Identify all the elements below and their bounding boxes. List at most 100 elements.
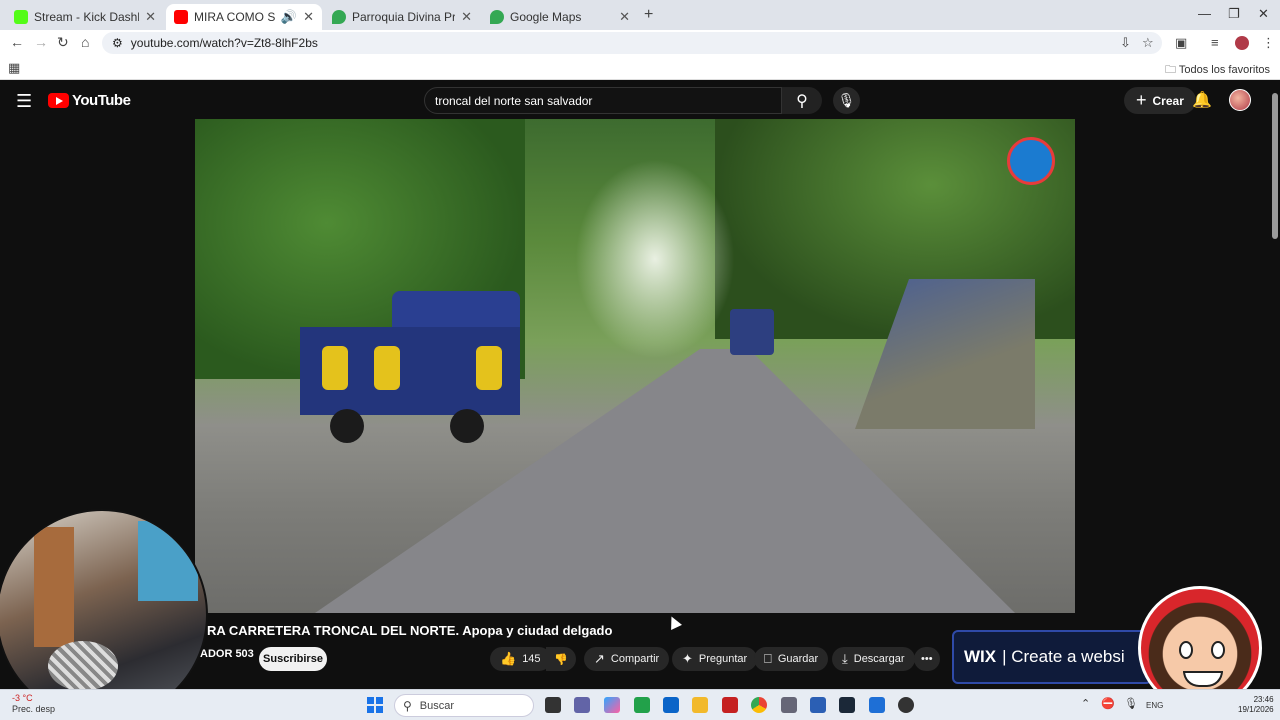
close-tab-icon[interactable]: ✕ [303, 9, 314, 25]
bookmark-star-icon[interactable]: ☆ [1142, 35, 1154, 51]
share-arrow-icon: ↗ [594, 651, 605, 666]
file-explorer-icon[interactable] [692, 697, 708, 713]
create-button[interactable]: + Crear [1124, 87, 1196, 114]
channel-name[interactable]: ADOR 503 [200, 648, 254, 660]
close-tab-icon[interactable]: ✕ [619, 9, 630, 25]
network-icon[interactable]: ⛔ [1101, 697, 1115, 710]
task-view-icon[interactable] [545, 697, 561, 713]
download-icon: ⤓ [842, 651, 848, 666]
forward-arrow-icon[interactable]: → [34, 34, 48, 50]
youtube-logo[interactable]: YouTube [48, 92, 131, 109]
save-button[interactable]: ⎕ Guardar [754, 647, 829, 671]
download-button[interactable]: ⤓ Descargar [832, 647, 915, 671]
wix-ad-banner[interactable]: WIX | Create a websi [952, 630, 1152, 684]
speaker-icon[interactable]: 🔊 [281, 9, 297, 25]
maps-pin-favicon-icon [332, 10, 346, 24]
bookmarks-bar: ▦ 🗀 Todos los favoritos [0, 56, 1280, 80]
video-player[interactable] [195, 119, 1075, 613]
truck-wheel [450, 409, 484, 443]
site-info-icon[interactable]: ⚙ [112, 36, 123, 50]
steam-icon[interactable] [839, 697, 855, 713]
browser-tab-kick[interactable]: Stream - Kick Dashboard ✕ [6, 4, 164, 30]
browser-tab-maps[interactable]: Google Maps ✕ [482, 4, 638, 30]
thumbs-down-icon: 👎 [554, 653, 568, 666]
camtasia-icon[interactable] [634, 697, 650, 713]
camera-app-icon[interactable] [781, 697, 797, 713]
search-icon: ⚲ [796, 92, 808, 110]
weather-widget[interactable]: -3 °C Prec. desp [12, 693, 55, 715]
maximize-icon[interactable]: ❐ [1228, 6, 1240, 22]
chrome-icon[interactable] [751, 697, 767, 713]
search-button[interactable]: ⚲ [782, 87, 822, 114]
outlook-icon[interactable] [663, 697, 679, 713]
word-icon[interactable] [810, 697, 826, 713]
address-bar-row: ← → ↻ ⌂ ⚙ youtube.com/watch?v=Zt8-8lhF2b… [0, 30, 1280, 56]
gas-tank [374, 346, 400, 390]
kick-favicon-icon [14, 10, 28, 24]
close-tab-icon[interactable]: ✕ [145, 9, 156, 25]
teams-icon[interactable] [574, 697, 590, 713]
browser-tab-youtube[interactable]: MIRA COMO SE ENCUENTR 🔊 ✕ [166, 4, 322, 30]
tab-title: MIRA COMO SE ENCUENTR [194, 10, 275, 24]
webcam-background-door [34, 527, 74, 647]
browser-menu-icon[interactable]: ⋮ [1262, 35, 1275, 51]
avatar-eye [1211, 641, 1225, 659]
ask-button[interactable]: ✦ Preguntar [672, 647, 758, 671]
store-icon[interactable] [869, 697, 885, 713]
system-clock[interactable]: 23:46 19/1/2026 [1238, 695, 1274, 715]
media-control-icon[interactable]: ≡ [1211, 35, 1219, 50]
menu-hamburger-icon[interactable]: ☰ [16, 91, 32, 112]
copilot-icon[interactable] [604, 697, 620, 713]
maps-pin-favicon-icon [490, 10, 504, 24]
tab-title: Parroquia Divina Providencia - [352, 10, 456, 24]
scrollbar-thumb[interactable] [1272, 93, 1278, 239]
more-actions-button[interactable]: ••• [914, 647, 940, 671]
search-icon: ⚲ [403, 698, 412, 713]
voice-search-button[interactable]: 🎙 [833, 87, 860, 114]
video-title: RA CARRETERA TRONCAL DEL NORTE. Apopa y … [207, 623, 613, 638]
windows-start-icon[interactable] [367, 697, 383, 713]
channel-watermark-logo [1007, 137, 1055, 185]
minimize-icon[interactable]: — [1198, 6, 1211, 21]
tab-title: Google Maps [510, 10, 582, 24]
url-text: youtube.com/watch?v=Zt8-8lhF2bs [130, 36, 318, 50]
search-input[interactable]: troncal del norte san salvador [424, 87, 782, 114]
subscribe-button[interactable]: Suscribirse [259, 647, 327, 671]
all-bookmarks-folder[interactable]: 🗀 Todos los favoritos [1165, 61, 1270, 80]
like-button[interactable]: 👍 145 [490, 647, 551, 671]
browser-tab-parroquia[interactable]: Parroquia Divina Providencia - ✕ [324, 4, 480, 30]
bookmark-icon: ⎕ [764, 651, 772, 666]
weather-temp: -3 °C [12, 693, 33, 703]
language-indicator[interactable]: ENG [1146, 701, 1163, 710]
youtube-favicon-icon [174, 10, 188, 24]
page-scrollbar[interactable] [1270, 81, 1280, 689]
plus-icon: + [1136, 90, 1147, 110]
media-app-icon[interactable] [722, 697, 738, 713]
profile-avatar-icon[interactable] [1235, 36, 1249, 50]
share-button[interactable]: ↗ Compartir [584, 647, 670, 671]
install-app-icon[interactable]: ⇩ [1120, 35, 1131, 51]
new-tab-button[interactable]: + [644, 6, 653, 24]
home-icon[interactable]: ⌂ [81, 34, 89, 50]
close-tab-icon[interactable]: ✕ [461, 9, 472, 25]
clock-time: 23:46 [1253, 695, 1274, 704]
account-avatar[interactable] [1229, 89, 1251, 111]
bell-icon[interactable]: 🔔 [1192, 90, 1212, 110]
apps-grid-icon[interactable]: ▦ [8, 60, 20, 76]
video-frame-truck [300, 291, 528, 451]
close-window-icon[interactable]: ✕ [1258, 6, 1269, 22]
tray-overflow-icon[interactable]: ⌃ [1081, 697, 1090, 710]
taskbar-search-placeholder: Buscar [419, 699, 455, 712]
obs-icon[interactable] [898, 697, 914, 713]
reload-icon[interactable]: ↻ [57, 34, 69, 51]
dislike-button[interactable]: 👎 [546, 647, 576, 671]
url-input[interactable]: ⚙ youtube.com/watch?v=Zt8-8lhF2bs [102, 32, 1162, 54]
microphone-tray-icon[interactable]: 🎙 [1124, 697, 1138, 710]
webcam-background-cabinet [138, 521, 198, 601]
back-arrow-icon[interactable]: ← [10, 34, 24, 50]
youtube-wordmark: YouTube [72, 92, 131, 109]
side-panel-icon[interactable]: ▣ [1175, 35, 1187, 51]
avatar-eye [1179, 641, 1193, 659]
avatar-mouth [1183, 671, 1223, 687]
taskbar-search-input[interactable]: ⚲ Buscar [394, 694, 534, 717]
